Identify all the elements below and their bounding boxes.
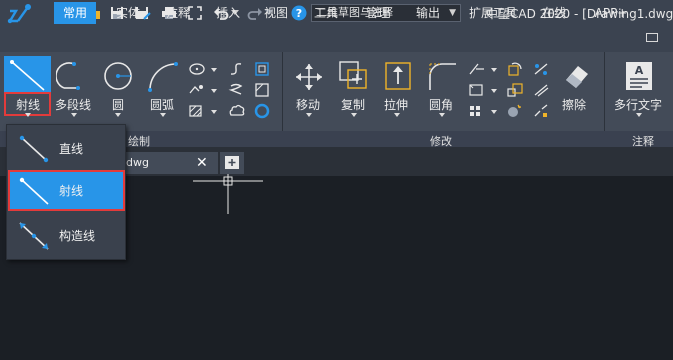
tab-annotate[interactable]: 注释 <box>158 2 198 24</box>
close-icon[interactable]: ✕ <box>196 155 208 171</box>
chevron-down-icon[interactable] <box>306 113 312 117</box>
ellipse-icon[interactable] <box>188 62 206 76</box>
arc-icon[interactable] <box>146 60 182 92</box>
construction-line-icon <box>18 221 50 251</box>
chevron-down-icon[interactable] <box>160 113 166 117</box>
stretch-button-label[interactable]: 拉伸 <box>384 96 408 113</box>
spline-icon[interactable] <box>228 61 244 77</box>
copy-icon[interactable] <box>338 60 370 92</box>
chevron-down-icon[interactable] <box>211 68 217 72</box>
tab-tools[interactable]: 工具 <box>306 2 346 24</box>
chevron-down-icon[interactable] <box>25 113 31 117</box>
mtext-button-label[interactable]: 多行文字 <box>614 96 662 113</box>
chevron-down-icon[interactable] <box>439 113 445 117</box>
region-icon[interactable] <box>254 82 270 98</box>
rotate-icon[interactable] <box>506 61 524 77</box>
ray-button-label: 射线 <box>16 98 41 112</box>
rectangle-icon[interactable] <box>254 61 270 77</box>
chevron-down-icon[interactable] <box>636 113 642 117</box>
tab-output[interactable]: 输出 <box>408 2 448 24</box>
scale-icon[interactable] <box>506 82 524 98</box>
line-icon <box>18 134 50 164</box>
array-icon[interactable] <box>468 104 486 118</box>
explode-icon[interactable] <box>532 61 550 77</box>
dropdown-item-construction-line[interactable]: 构造线 <box>8 215 125 256</box>
document-tab-label: dwg <box>126 156 149 169</box>
tab-solid[interactable]: 实体 <box>108 2 148 24</box>
fillet-icon[interactable] <box>426 60 458 92</box>
polyline-icon[interactable] <box>56 60 92 92</box>
tab-insert[interactable]: 插入 <box>208 2 248 24</box>
dropdown-item-label: 直线 <box>59 142 84 156</box>
erase-button-label[interactable]: 擦除 <box>562 96 586 113</box>
circle-icon[interactable] <box>101 59 135 93</box>
ray-button[interactable] <box>4 56 51 94</box>
tab-view[interactable]: 视图 <box>256 2 296 24</box>
line-type-dropdown: 直线 射线 构造线 <box>6 124 126 260</box>
chevron-down-icon[interactable] <box>71 113 77 117</box>
copy-button-label[interactable]: 复制 <box>341 96 365 113</box>
eraser-icon[interactable] <box>560 60 592 92</box>
dropdown-item-line[interactable]: 直线 <box>8 128 125 169</box>
new-document-tab-button[interactable] <box>220 152 244 174</box>
multiline-text-icon[interactable]: A <box>624 60 654 92</box>
crosshair-cursor-icon <box>193 174 263 214</box>
svg-text:A: A <box>635 64 644 77</box>
revision-cloud-icon[interactable] <box>228 103 246 119</box>
arc-button-label[interactable]: 圆弧 <box>150 96 174 113</box>
tab-home[interactable]: 常用 <box>54 2 96 24</box>
move-button-label[interactable]: 移动 <box>296 96 320 113</box>
circle-button-label[interactable]: 圆 <box>112 96 124 113</box>
svg-text:?: ? <box>296 7 302 20</box>
point-icon[interactable] <box>188 83 206 97</box>
chevron-down-icon[interactable] <box>491 89 497 93</box>
trim-icon[interactable] <box>468 62 486 76</box>
chevron-down-icon[interactable] <box>351 113 357 117</box>
hatch-icon[interactable] <box>188 104 206 118</box>
donut-icon[interactable] <box>254 103 270 119</box>
ray-icon <box>18 176 50 206</box>
offset-icon[interactable] <box>532 82 550 98</box>
polyline-button-label[interactable]: 多段线 <box>55 96 91 113</box>
chevron-down-icon: ▼ <box>449 8 456 18</box>
tab-online[interactable]: 在线 <box>534 2 574 24</box>
tab-extended-tools[interactable]: 扩展工具 <box>462 2 524 24</box>
chevron-down-icon[interactable] <box>491 68 497 72</box>
chevron-down-icon[interactable] <box>491 110 497 114</box>
ribbon-tab-bar <box>0 28 673 52</box>
dropdown-item-ray[interactable]: 射线 <box>8 170 125 211</box>
join-icon[interactable] <box>532 103 550 119</box>
ribbon-minimize-icon[interactable] <box>646 33 658 42</box>
chevron-down-icon[interactable] <box>115 113 121 117</box>
fillet-button-label[interactable]: 圆角 <box>429 96 453 113</box>
chevron-down-icon[interactable] <box>394 113 400 117</box>
stretch-icon[interactable] <box>383 60 413 92</box>
move-icon[interactable] <box>294 62 324 92</box>
chevron-down-icon[interactable] <box>211 110 217 114</box>
tab-app-plus[interactable]: APP+ <box>586 2 636 24</box>
helix-icon[interactable] <box>228 82 244 98</box>
tab-manage[interactable]: 管理 <box>358 2 398 24</box>
dropdown-item-label: 射线 <box>59 184 84 198</box>
break-icon[interactable] <box>506 103 524 119</box>
dropdown-item-label: 构造线 <box>59 229 96 243</box>
cad-application: ? 二维草图与注释 ▼ 中望CAD 2020 - [Drawing1.dwg] … <box>0 0 673 360</box>
mirror-icon[interactable] <box>468 83 486 97</box>
chevron-down-icon[interactable] <box>211 89 217 93</box>
